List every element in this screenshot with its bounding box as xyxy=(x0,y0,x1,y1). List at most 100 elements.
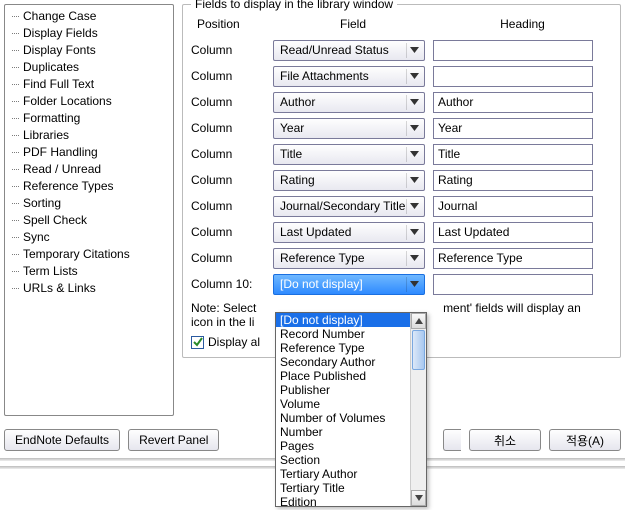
sidebar-item[interactable]: ····Spell Check xyxy=(5,211,173,228)
field-row: ColumnReference Type xyxy=(191,245,612,271)
position-label: Column xyxy=(191,69,273,83)
tree-dots: ···· xyxy=(11,96,19,106)
tree-dots: ···· xyxy=(11,215,19,225)
field-select[interactable]: Year xyxy=(273,118,425,139)
heading-input[interactable] xyxy=(433,196,593,217)
sidebar-item[interactable]: ····URLs & Links xyxy=(5,279,173,296)
heading-input[interactable] xyxy=(433,118,593,139)
field-select[interactable]: File Attachments xyxy=(273,66,425,87)
field-select[interactable]: Journal/Secondary Title xyxy=(273,196,425,217)
sidebar-item[interactable]: ····Folder Locations xyxy=(5,92,173,109)
tree-dots: ···· xyxy=(11,283,19,293)
tree-dots: ···· xyxy=(11,79,19,89)
dropdown-option[interactable]: [Do not display] xyxy=(276,313,426,327)
columns-header: Position Field Heading xyxy=(191,15,612,33)
checkbox-icon[interactable] xyxy=(191,336,204,349)
dropdown-option[interactable]: Edition xyxy=(276,495,426,507)
position-label: Column xyxy=(191,225,273,239)
chevron-down-icon[interactable] xyxy=(406,121,422,136)
groupbox-legend: Fields to display in the library window xyxy=(191,0,397,11)
scroll-thumb[interactable] xyxy=(412,330,425,370)
sidebar-item[interactable]: ····Reference Types xyxy=(5,177,173,194)
chevron-down-icon[interactable] xyxy=(406,251,422,266)
tree-dots: ···· xyxy=(11,28,19,38)
sidebar-item[interactable]: ····Display Fonts xyxy=(5,41,173,58)
heading-input[interactable] xyxy=(433,248,593,269)
position-label: Column xyxy=(191,95,273,109)
tree-dots: ···· xyxy=(11,147,19,157)
apply-button[interactable]: 적용(A) xyxy=(549,429,621,451)
field-select[interactable]: Last Updated xyxy=(273,222,425,243)
tree-dots: ···· xyxy=(11,11,19,21)
chevron-down-icon[interactable] xyxy=(406,95,422,110)
sidebar-item[interactable]: ····Sync xyxy=(5,228,173,245)
heading-input[interactable] xyxy=(433,66,593,87)
sidebar-item[interactable]: ····Term Lists xyxy=(5,262,173,279)
tree-dots: ···· xyxy=(11,181,19,191)
dropdown-option[interactable]: Number xyxy=(276,425,426,439)
sidebar-item[interactable]: ····Temporary Citations xyxy=(5,245,173,262)
dropdown-option[interactable]: Record Number xyxy=(276,327,426,341)
header-position: Position xyxy=(191,17,273,31)
dropdown-scrollbar[interactable] xyxy=(410,313,426,506)
field-select[interactable]: Title xyxy=(273,144,425,165)
position-label: Column xyxy=(191,251,273,265)
cancel-button[interactable]: 취소 xyxy=(469,429,541,451)
field-select[interactable]: Reference Type xyxy=(273,248,425,269)
field-select[interactable]: Read/Unread Status xyxy=(273,40,425,61)
dropdown-option[interactable]: Pages xyxy=(276,439,426,453)
tree-dots: ···· xyxy=(11,249,19,259)
heading-input[interactable] xyxy=(433,274,593,295)
dropdown-option[interactable]: Place Published xyxy=(276,369,426,383)
chevron-down-icon[interactable] xyxy=(406,69,422,84)
dropdown-option[interactable]: Volume xyxy=(276,397,426,411)
sidebar-item[interactable]: ····Libraries xyxy=(5,126,173,143)
dropdown-option[interactable]: Secondary Author xyxy=(276,355,426,369)
heading-input[interactable] xyxy=(433,92,593,113)
field-row: ColumnRead/Unread Status xyxy=(191,37,612,63)
dropdown-option[interactable]: Reference Type xyxy=(276,341,426,355)
chevron-down-icon[interactable] xyxy=(406,43,422,58)
ok-button-partial[interactable] xyxy=(443,429,461,451)
chevron-down-icon[interactable] xyxy=(406,147,422,162)
field-select[interactable]: [Do not display] xyxy=(273,274,425,295)
sidebar-item[interactable]: ····Read / Unread xyxy=(5,160,173,177)
heading-input[interactable] xyxy=(433,40,593,61)
sidebar-item[interactable]: ····PDF Handling xyxy=(5,143,173,160)
heading-input[interactable] xyxy=(433,170,593,191)
chevron-down-icon[interactable] xyxy=(406,199,422,214)
tree-dots: ···· xyxy=(11,232,19,242)
field-row: ColumnTitle xyxy=(191,141,612,167)
scroll-down-button[interactable] xyxy=(411,490,426,506)
sidebar-item[interactable]: ····Change Case xyxy=(5,7,173,24)
dropdown-option[interactable]: Section xyxy=(276,453,426,467)
field-dropdown-list[interactable]: [Do not display]Record NumberReference T… xyxy=(275,312,427,507)
chevron-down-icon[interactable] xyxy=(406,173,422,188)
fields-groupbox: Fields to display in the library window … xyxy=(182,4,621,358)
scroll-up-button[interactable] xyxy=(411,313,426,329)
dropdown-option[interactable]: Tertiary Author xyxy=(276,467,426,481)
heading-input[interactable] xyxy=(433,144,593,165)
header-heading: Heading xyxy=(433,17,612,31)
chevron-down-icon[interactable] xyxy=(406,277,422,292)
position-label: Column xyxy=(191,121,273,135)
dropdown-option[interactable]: Tertiary Title xyxy=(276,481,426,495)
dropdown-option[interactable]: Publisher xyxy=(276,383,426,397)
sidebar-item[interactable]: ····Find Full Text xyxy=(5,75,173,92)
heading-input[interactable] xyxy=(433,222,593,243)
endnote-defaults-button[interactable]: EndNote Defaults xyxy=(4,429,120,451)
sidebar-item[interactable]: ····Formatting xyxy=(5,109,173,126)
sidebar-item[interactable]: ····Duplicates xyxy=(5,58,173,75)
chevron-down-icon[interactable] xyxy=(406,225,422,240)
field-select[interactable]: Author xyxy=(273,92,425,113)
field-row: ColumnAuthor xyxy=(191,89,612,115)
position-label: Column xyxy=(191,173,273,187)
position-label: Column xyxy=(191,199,273,213)
dropdown-option[interactable]: Number of Volumes xyxy=(276,411,426,425)
field-row: ColumnFile Attachments xyxy=(191,63,612,89)
sidebar-item[interactable]: ····Display Fields xyxy=(5,24,173,41)
sidebar-item[interactable]: ····Sorting xyxy=(5,194,173,211)
field-select[interactable]: Rating xyxy=(273,170,425,191)
tree-dots: ···· xyxy=(11,266,19,276)
revert-panel-button[interactable]: Revert Panel xyxy=(128,429,219,451)
